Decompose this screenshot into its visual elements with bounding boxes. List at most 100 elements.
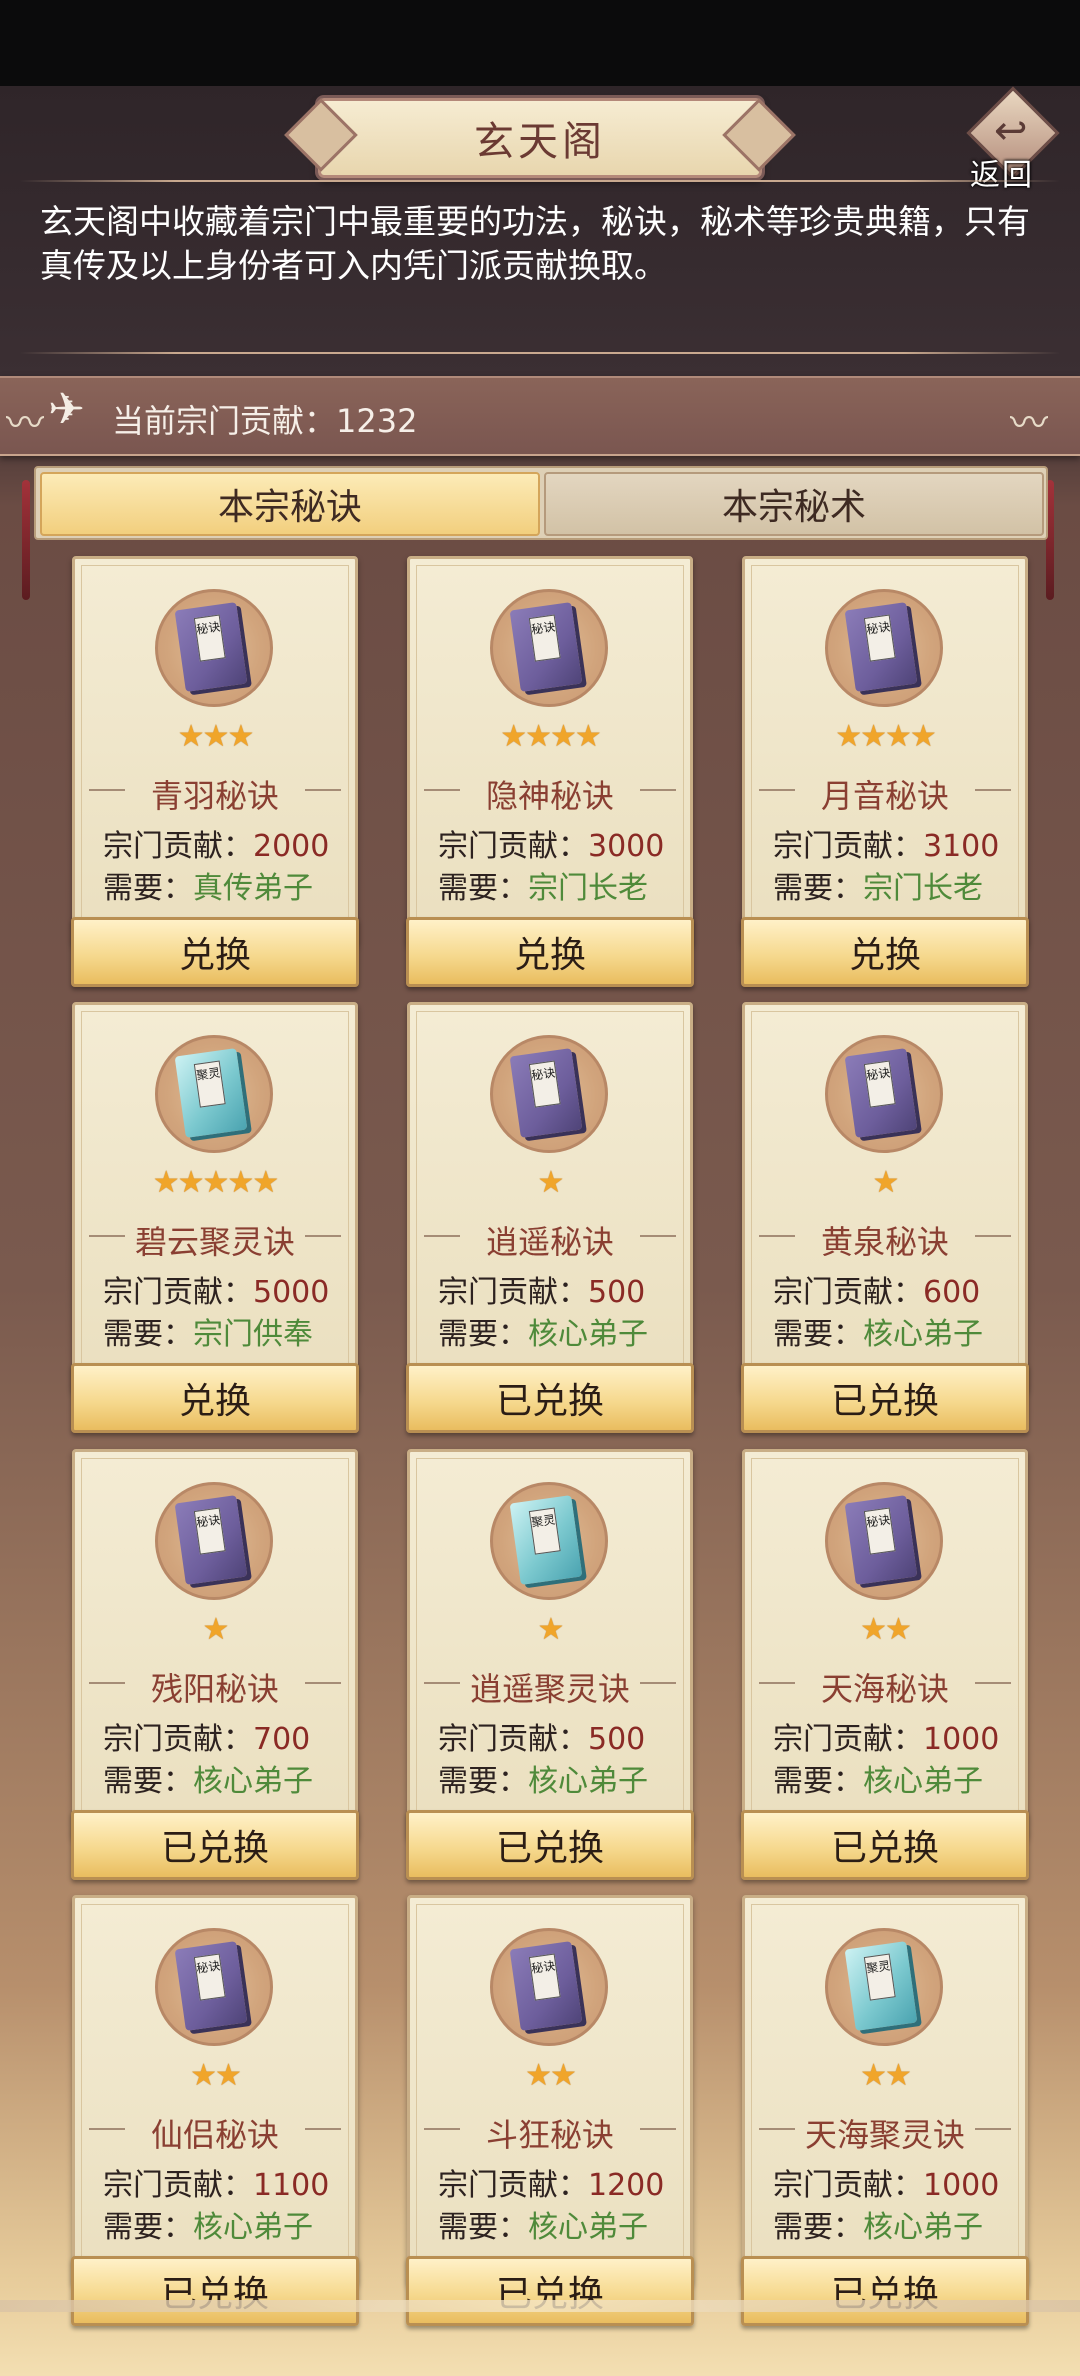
contribution-label: 宗门贡献： [438,829,588,864]
contribution-value: 1100 [253,2168,330,2203]
status-bar [0,0,1080,86]
book-icon-ring: 秘诀 [825,589,943,707]
book-icon-ring: 秘诀 [490,1928,608,2046]
exchange-button[interactable]: 已兑换 [406,1363,694,1433]
book-label: 秘诀 [193,1953,226,2001]
requirement-label: 需要： [438,2210,528,2245]
book-icon: 秘诀 [174,1941,248,2031]
contribution-text: 当前宗门贡献：1232 [112,402,418,440]
exchange-button[interactable]: 兑换 [71,917,359,987]
exchange-button[interactable]: 已兑换 [71,2256,359,2326]
name-ornament [305,1235,341,1237]
book-label: 秘诀 [193,1507,226,1555]
name-ornament [975,1682,1011,1684]
name-ornament [305,2128,341,2130]
bottom-decoration [0,2300,1080,2312]
requirement-value: 真传弟子 [193,871,313,906]
name-ornament [640,1682,676,1684]
book-label: 聚灵 [528,1507,561,1555]
star-rating: ★ [872,1165,900,1200]
contribution-label: 宗门贡献： [773,1722,923,1757]
book-icon: 秘诀 [174,602,248,692]
book-icon-ring: 秘诀 [825,1482,943,1600]
item-name: 逍遥聚灵诀 [469,1670,630,1708]
contribution-label: 宗门贡献： [103,829,253,864]
book-icon-ring: 秘诀 [155,1928,273,2046]
requirement: 需要：真传弟子 [103,863,313,907]
contribution-label: 宗门贡献： [438,1275,588,1310]
star-rating: ★★★★ [835,719,937,754]
contribution-cost: 宗门贡献：600 [773,1267,980,1311]
book-icon: 秘诀 [509,1941,583,2031]
contribution-cost: 宗门贡献：700 [103,1714,310,1758]
contribution-value: 600 [923,1275,981,1310]
exchange-button[interactable]: 已兑换 [741,1363,1029,1433]
exchange-button[interactable]: 已兑换 [741,1810,1029,1880]
back-button[interactable]: ↩ 返回 [960,86,1060,193]
contribution-value: 1000 [923,1722,1000,1757]
item-card: 聚灵 ★★★★★ 碧云聚灵诀 宗门贡献：5000 需要：宗门供奉 兑换 [71,1002,359,1433]
exchange-button[interactable]: 已兑换 [406,1810,694,1880]
item-name: 逍遥秘诀 [485,1223,614,1261]
back-label: 返回 [970,158,1034,193]
requirement-value: 核心弟子 [863,2210,983,2245]
item-name: 黄泉秘诀 [820,1223,949,1261]
item-name: 斗狂秘诀 [485,2116,614,2154]
contribution-cost: 宗门贡献：3100 [773,821,999,865]
item-card: 聚灵 ★★ 天海聚灵诀 宗门贡献：1000 需要：核心弟子 已兑换 [741,1895,1029,2326]
book-label: 秘诀 [528,1060,561,1108]
item-card: 秘诀 ★ 残阳秘诀 宗门贡献：700 需要：核心弟子 已兑换 [71,1449,359,1880]
exchange-button[interactable]: 已兑换 [406,2256,694,2326]
item-card: 秘诀 ★★ 仙侣秘诀 宗门贡献：1100 需要：核心弟子 已兑换 [71,1895,359,2326]
requirement-label: 需要： [773,871,863,906]
star-rating: ★★★ [177,719,255,754]
exchange-button[interactable]: 兑换 [741,917,1029,987]
name-ornament [640,1235,676,1237]
item-name: 天海秘诀 [820,1670,949,1708]
contribution-value: 1200 [588,2168,665,2203]
requirement-label: 需要： [773,1764,863,1799]
item-card: 聚灵 ★ 逍遥聚灵诀 宗门贡献：500 需要：核心弟子 已兑换 [406,1449,694,1880]
book-icon-ring: 秘诀 [155,1482,273,1600]
star-rating: ★ [202,1612,230,1647]
book-icon: 秘诀 [844,1048,918,1138]
book-icon-ring: 聚灵 [825,1928,943,2046]
divider [20,180,1060,182]
star-rating: ★★ [860,1612,912,1647]
requirement: 需要：宗门长老 [773,863,983,907]
exchange-button[interactable]: 已兑换 [741,2256,1029,2326]
book-label: 聚灵 [863,1953,896,2001]
book-icon: 秘诀 [509,1048,583,1138]
contribution-bar: ✈ 当前宗门贡献：1232 [0,376,1080,456]
requirement-label: 需要： [438,1317,528,1352]
contribution-value: 5000 [253,1275,330,1310]
requirement-value: 核心弟子 [193,1764,313,1799]
exchange-button[interactable]: 已兑换 [71,1810,359,1880]
requirement-label: 需要： [103,871,193,906]
requirement-value: 宗门长老 [528,871,648,906]
contribution-value: 500 [588,1275,646,1310]
contribution-label: 宗门贡献： [103,2168,253,2203]
book-label: 秘诀 [528,1953,561,2001]
item-name: 天海聚灵诀 [804,2116,965,2154]
requirement-label: 需要： [103,2210,193,2245]
requirement-label: 需要： [773,1317,863,1352]
book-icon: 秘诀 [509,602,583,692]
crane-icon: ✈ [48,384,85,435]
cloud-ornament-icon: 〰 [1010,401,1049,445]
book-icon-ring: 秘诀 [490,589,608,707]
contribution-value: 3100 [923,829,1000,864]
item-card: 秘诀 ★★ 天海秘诀 宗门贡献：1000 需要：核心弟子 已兑换 [741,1449,1029,1880]
exchange-button[interactable]: 兑换 [406,917,694,987]
contribution-label: 宗门贡献： [103,1275,253,1310]
book-icon-ring: 秘诀 [490,1035,608,1153]
tab-secret-art[interactable]: 本宗秘诀 [40,472,540,536]
contribution-label: 宗门贡献： [773,829,923,864]
requirement: 需要：核心弟子 [438,1309,648,1353]
star-rating: ★★ [525,2058,577,2093]
requirement-label: 需要： [438,1764,528,1799]
exchange-button[interactable]: 兑换 [71,1363,359,1433]
tab-bar: 本宗秘诀 本宗秘术 [34,466,1048,540]
tab-secret-technique[interactable]: 本宗秘术 [544,472,1044,536]
requirement: 需要：宗门供奉 [103,1309,313,1353]
